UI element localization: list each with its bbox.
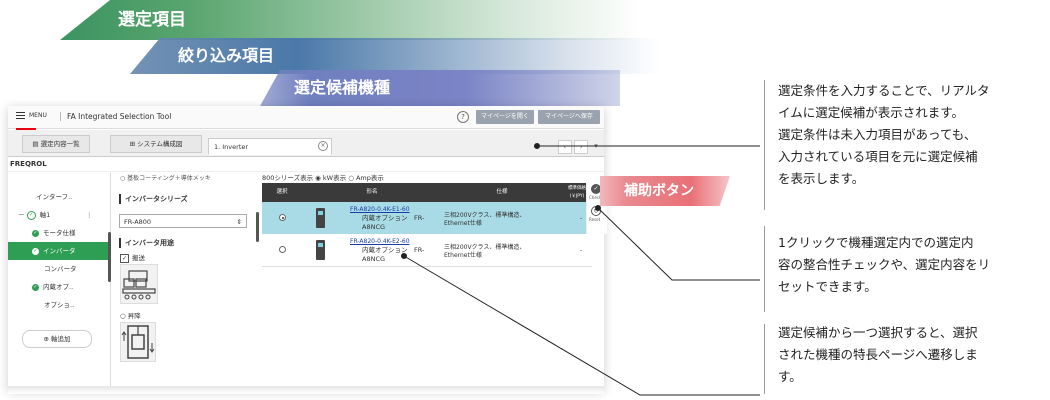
- annotation-bar: [764, 324, 765, 394]
- callout-line-3: [403, 255, 760, 396]
- annotation-select-candidate: 選定候補から一つ選択すると、選択 された機種の特長ページへ遷移しま す。: [778, 325, 978, 384]
- annotation-bar: [764, 226, 765, 312]
- annotation-bar: [764, 80, 765, 210]
- annotation-check-reset: 1クリックで機種選定内での選定内 容の整合性チェックや、選定内容をリ セットでき…: [778, 235, 991, 294]
- annotation-realtime: 選定条件を入力することで、リアルタ イムに選定候補が表示されます。 選定条件は未…: [778, 83, 990, 186]
- callout-line-2: [597, 207, 760, 281]
